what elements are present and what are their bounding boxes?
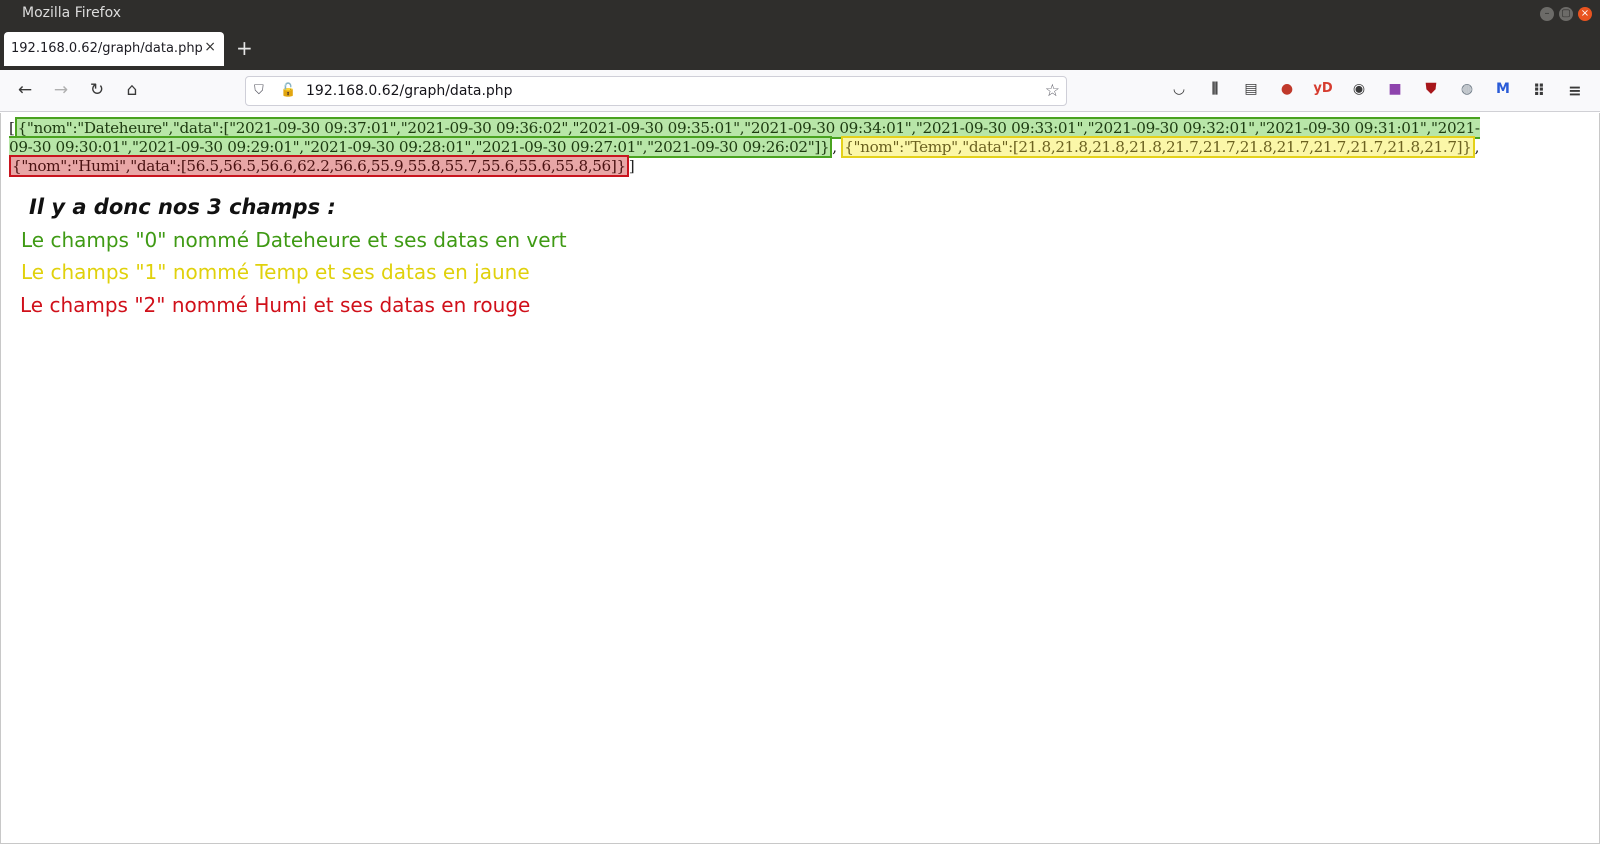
- tracking-shield-icon[interactable]: ⛉: [254, 83, 264, 98]
- home-icon[interactable]: ⌂: [121, 80, 143, 100]
- extension-icon-4[interactable]: ◍: [1456, 81, 1478, 97]
- minimize-icon[interactable]: –: [1540, 7, 1554, 21]
- forward-icon[interactable]: →: [50, 80, 72, 100]
- maximize-icon[interactable]: ▢: [1559, 7, 1573, 21]
- reload-icon[interactable]: ↻: [86, 80, 108, 100]
- annotation-red: Le champs "2" nommé Humi et ses datas en…: [20, 293, 531, 317]
- library-icon[interactable]: ⫼: [1204, 81, 1226, 97]
- annotation-green: Le champs "0" nommé Dateheure et ses dat…: [21, 228, 567, 252]
- sidebar-icon[interactable]: ▤: [1240, 81, 1262, 97]
- extension-icon-2[interactable]: ◉: [1348, 81, 1370, 97]
- apps-grid-icon[interactable]: ⠿: [1528, 81, 1550, 100]
- extension-icon-5[interactable]: M: [1492, 81, 1514, 97]
- extension-icon-3[interactable]: ■: [1384, 81, 1406, 97]
- url-bar[interactable]: ⛉ 🔓 ☆: [245, 76, 1067, 106]
- window-title: Mozilla Firefox: [22, 5, 122, 21]
- new-tab-icon[interactable]: +: [236, 36, 253, 60]
- annotation-yellow: Le champs "1" nommé Temp et ses datas en…: [21, 260, 530, 284]
- bookmark-star-icon[interactable]: ☆: [1045, 81, 1060, 101]
- json-output: [{"nom":"Dateheure","data":["2021-09-30 …: [9, 117, 1499, 177]
- json-separator: ,: [1474, 138, 1480, 156]
- navigation-toolbar: ← → ↻ ⌂ ⛉ 🔓 ☆ ◡ ⫼ ▤ ● yD ◉ ■ ⛊ ◍ M ⠿ ≡: [0, 70, 1600, 112]
- window-titlebar: Mozilla Firefox – ▢ ×: [0, 0, 1600, 28]
- tab-data-php[interactable]: 192.168.0.62/graph/data.php ×: [4, 32, 224, 66]
- tab-close-icon[interactable]: ×: [204, 39, 216, 55]
- menu-icon[interactable]: ≡: [1564, 81, 1586, 100]
- url-input[interactable]: [306, 83, 1006, 99]
- yd-icon[interactable]: yD: [1312, 81, 1334, 96]
- back-icon[interactable]: ←: [14, 80, 36, 100]
- pocket-icon[interactable]: ◡: [1168, 81, 1190, 97]
- page-content: [{"nom":"Dateheure","data":["2021-09-30 …: [0, 113, 1600, 844]
- ublock-icon[interactable]: ⛊: [1420, 81, 1442, 97]
- json-field-temp: {"nom":"Temp","data":[21.8,21.8,21.8,21.…: [841, 136, 1475, 158]
- insecure-lock-icon[interactable]: 🔓: [280, 83, 296, 98]
- json-close-bracket: ]: [628, 157, 635, 175]
- json-field-humi: {"nom":"Humi","data":[56.5,56.5,56.6,62.…: [9, 155, 629, 177]
- annotation-heading: Il y a donc nos 3 champs :: [29, 195, 336, 219]
- json-open-bracket: [: [9, 119, 15, 137]
- tab-strip: 192.168.0.62/graph/data.php × +: [0, 28, 1600, 70]
- json-separator: ,: [832, 138, 837, 156]
- close-window-icon[interactable]: ×: [1578, 7, 1592, 21]
- extension-icon[interactable]: ●: [1276, 81, 1298, 97]
- tab-title: 192.168.0.62/graph/data.php: [11, 41, 203, 56]
